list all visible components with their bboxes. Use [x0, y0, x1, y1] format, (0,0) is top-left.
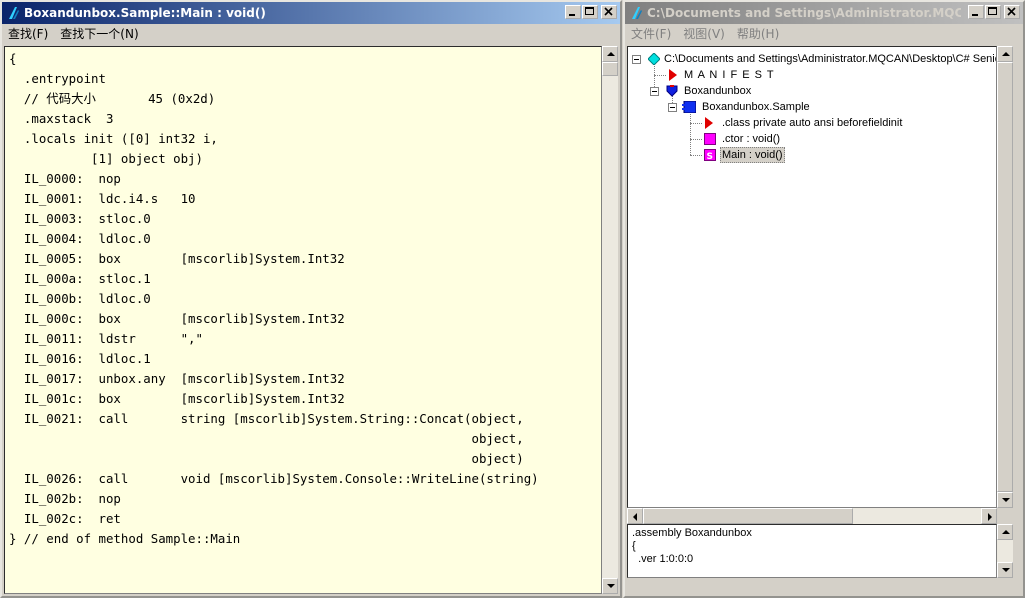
minimize-icon	[972, 14, 978, 16]
minimize-button[interactable]	[565, 5, 581, 19]
right-title-bar[interactable]: C:\Documents and Settings\Administrator.…	[625, 2, 1023, 24]
tree-horizontal-scrollbar[interactable]	[627, 508, 997, 524]
left-title-bar[interactable]: Boxandunbox.Sample::Main : void()	[2, 2, 620, 24]
red-triangle-icon	[705, 117, 713, 129]
ildasm-method-window: Boxandunbox.Sample::Main : void() 查找(F) 查…	[0, 0, 622, 598]
menu-help[interactable]: 帮助(H)	[731, 24, 785, 44]
scroll-down-button[interactable]	[997, 562, 1013, 578]
tree-assembly-label: Boxandunbox	[684, 85, 752, 97]
scroll-thumb[interactable]	[997, 62, 1013, 492]
tree-line	[690, 123, 702, 124]
scroll-right-button[interactable]	[981, 508, 997, 524]
chevron-up-icon	[1002, 530, 1010, 534]
horizontal-scroll-thumb[interactable]	[643, 508, 853, 524]
close-icon	[1007, 7, 1016, 16]
tree-class-decl-label: .class private auto ansi beforefieldinit	[722, 117, 903, 129]
maximize-icon	[988, 7, 997, 15]
menu-view[interactable]: 视图(V)	[677, 24, 731, 44]
scroll-up-button[interactable]	[997, 524, 1013, 540]
close-button[interactable]	[601, 5, 617, 19]
assembly-tree-view[interactable]: C:\Documents and Settings\Administrator.…	[627, 46, 997, 508]
chevron-down-icon	[1002, 498, 1010, 502]
minimize-icon	[569, 14, 575, 16]
collapse-toggle[interactable]	[650, 87, 659, 96]
tree-manifest-label: M A N I F E S T	[684, 69, 775, 81]
chevron-right-icon	[988, 513, 992, 521]
collapse-toggle[interactable]	[632, 55, 641, 64]
left-menu-bar: 查找(F) 查找下一个(N)	[2, 24, 620, 44]
scroll-down-button[interactable]	[602, 578, 618, 594]
chevron-down-icon	[607, 584, 615, 588]
close-button[interactable]	[1004, 5, 1020, 19]
il-code-view[interactable]: { .entrypoint // 代码大小 45 (0x2d) .maxstac…	[4, 46, 602, 594]
info-vertical-scrollbar[interactable]	[997, 524, 1013, 578]
maximize-button[interactable]	[582, 5, 598, 19]
tree-root-label: C:\Documents and Settings\Administrator.…	[664, 53, 997, 65]
maximize-icon	[585, 7, 594, 15]
collapse-toggle[interactable]	[668, 103, 677, 112]
minimize-button[interactable]	[968, 5, 984, 19]
method-icon	[704, 133, 716, 145]
scroll-up-button[interactable]	[602, 46, 618, 62]
right-window-title: C:\Documents and Settings\Administrator.…	[647, 6, 961, 20]
maximize-button[interactable]	[985, 5, 1001, 19]
menu-find-next[interactable]: 查找下一个(N)	[54, 24, 144, 44]
tree-ctor-label: .ctor : void()	[722, 133, 781, 145]
right-menu-bar: 文件(F) 视图(V) 帮助(H)	[625, 24, 1023, 44]
info-line: .ver 1:0:0:0	[632, 553, 694, 565]
scroll-down-button[interactable]	[997, 492, 1013, 508]
ildasm-tree-window: C:\Documents and Settings\Administrator.…	[623, 0, 1025, 598]
close-icon	[604, 7, 613, 16]
assembly-info-pane[interactable]: .assembly Boxandunbox { .ver 1:0:0:0	[627, 524, 997, 578]
chevron-left-icon	[633, 513, 637, 521]
chevron-up-icon	[607, 52, 615, 56]
static-method-icon: S	[704, 149, 716, 161]
tree-main-label: Main : void()	[720, 147, 785, 163]
svg-text:S: S	[707, 152, 713, 161]
tree-vertical-scrollbar[interactable]	[997, 46, 1013, 508]
red-triangle-icon	[669, 69, 677, 81]
left-window-title: Boxandunbox.Sample::Main : void()	[24, 6, 266, 20]
chevron-down-icon	[1002, 568, 1010, 572]
app-icon	[9, 7, 19, 19]
scroll-up-button[interactable]	[997, 46, 1013, 62]
info-line: .assembly Boxandunbox	[632, 527, 752, 539]
tree-line	[654, 75, 666, 76]
scroll-thumb[interactable]	[602, 62, 618, 76]
app-icon	[632, 7, 642, 19]
scroll-corner	[997, 508, 1013, 524]
menu-file[interactable]: 文件(F)	[625, 24, 677, 44]
shield-icon	[666, 85, 678, 97]
tree-line	[690, 155, 702, 156]
chevron-up-icon	[1002, 52, 1010, 56]
resize-grip[interactable]	[1009, 582, 1021, 594]
tree-line	[690, 139, 702, 140]
code-vertical-scrollbar[interactable]	[602, 46, 618, 594]
tree-class-label: Boxandunbox.Sample	[702, 101, 810, 113]
menu-find[interactable]: 查找(F)	[2, 24, 54, 44]
il-code-text: { .entrypoint // 代码大小 45 (0x2d) .maxstac…	[9, 51, 539, 546]
class-icon	[682, 101, 696, 113]
info-line: {	[632, 540, 636, 552]
tree-line	[690, 109, 691, 155]
scroll-left-button[interactable]	[627, 508, 643, 524]
diamond-icon	[648, 53, 660, 65]
